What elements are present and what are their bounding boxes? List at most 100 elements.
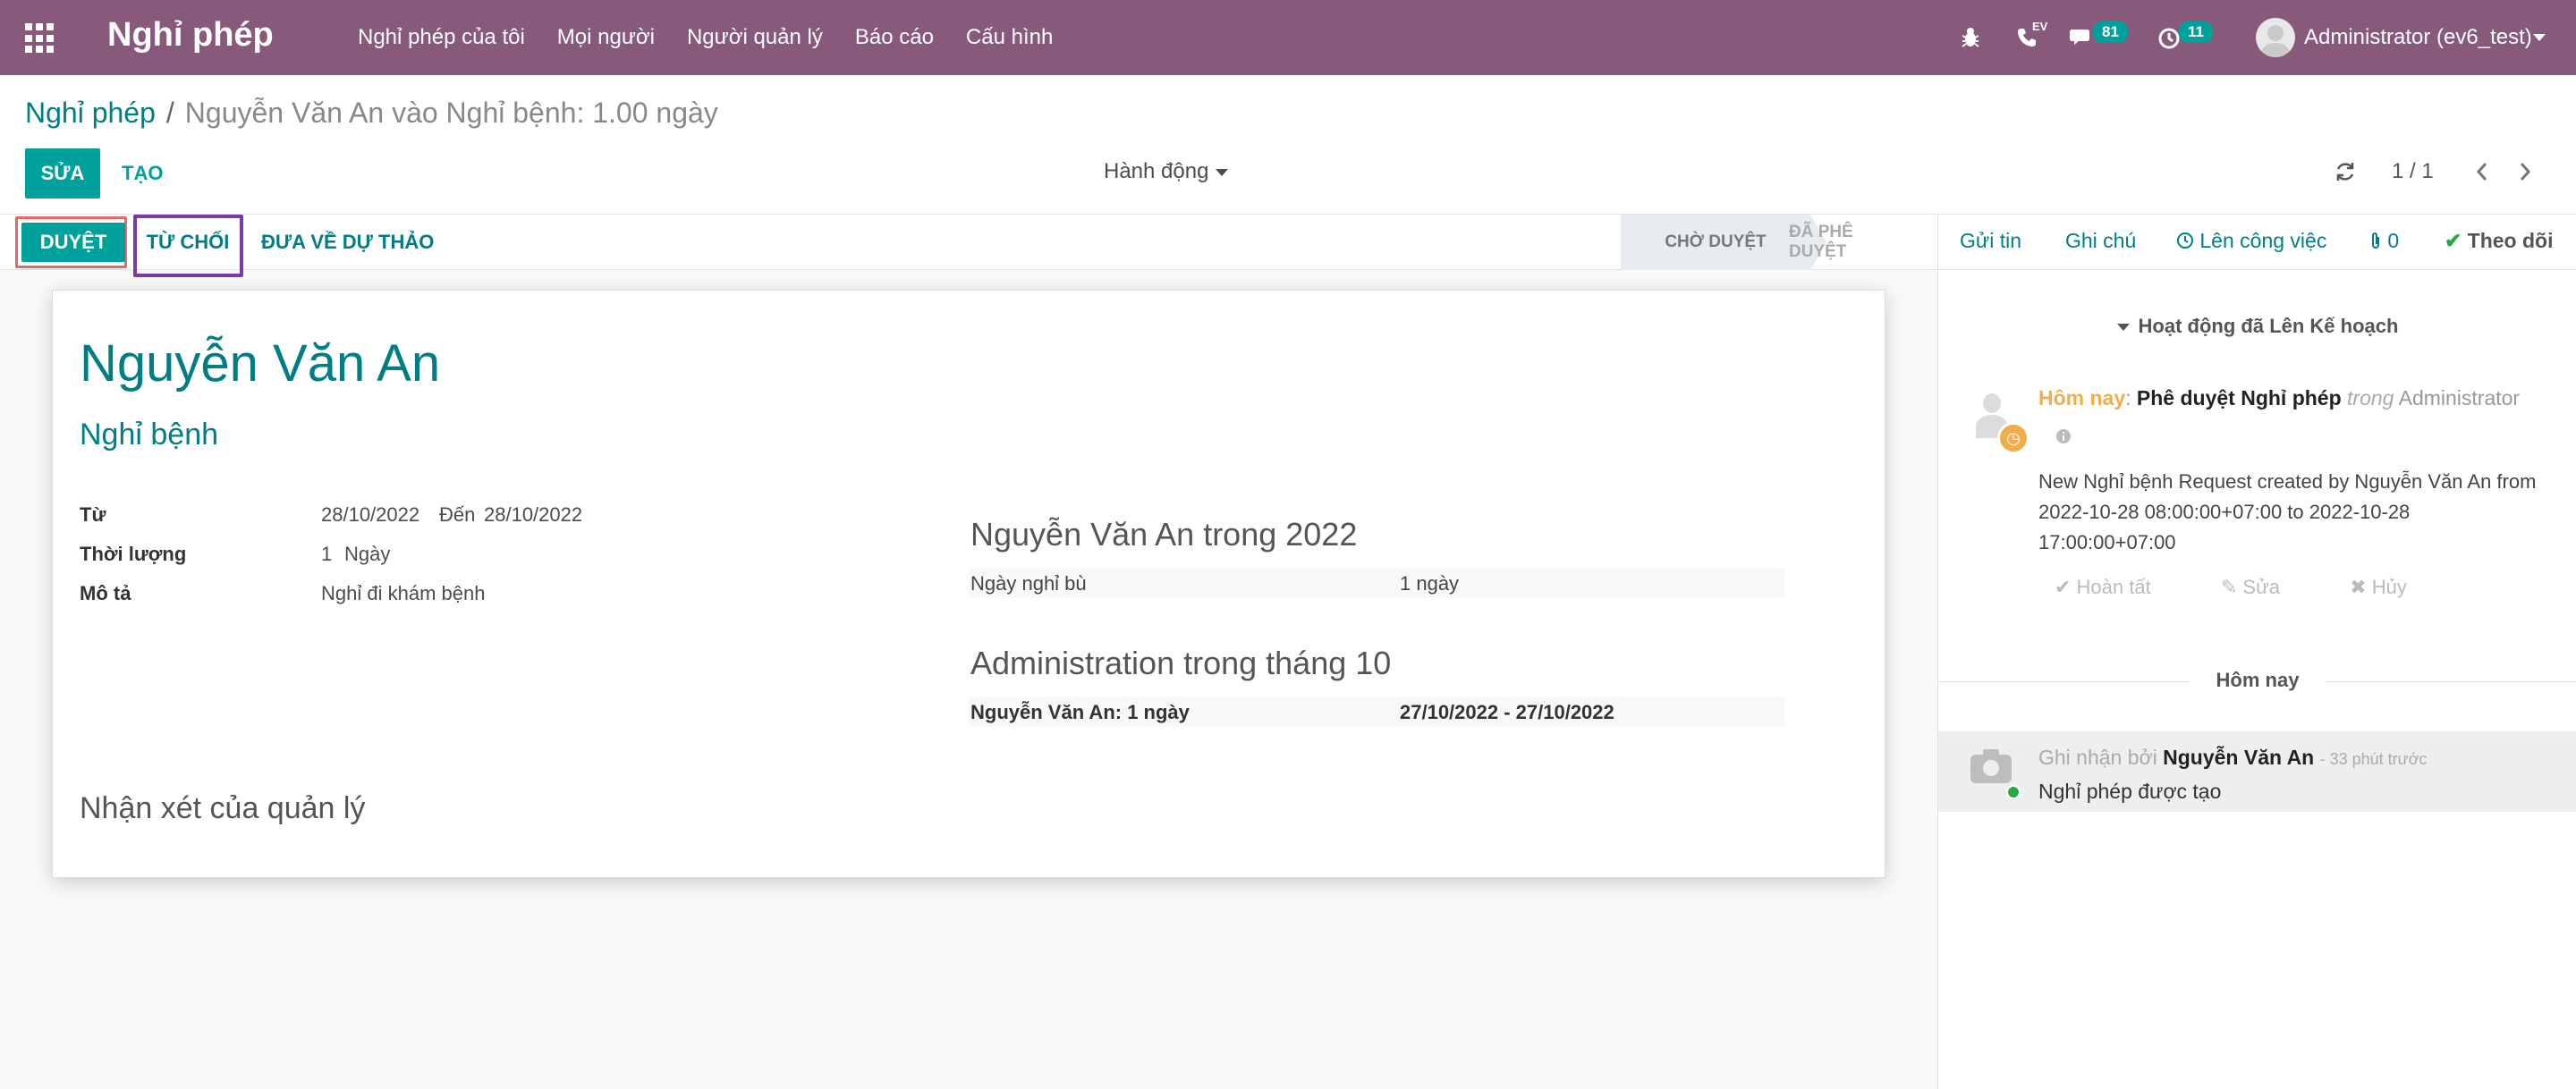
activities-toggle[interactable]: Hoạt động đã Lên Kế hoạch bbox=[1938, 315, 2576, 338]
date-from-value: 28/10/2022 bbox=[321, 503, 420, 526]
date-separator-label: Hôm nay bbox=[2189, 669, 2326, 691]
pager-value[interactable]: 1 / 1 bbox=[2392, 159, 2434, 184]
chatter-panel: Gửi tin Ghi chú Lên công việc 0 ✔ Theo d… bbox=[1937, 215, 2576, 1089]
message-time: - 33 phút trước bbox=[2319, 750, 2428, 768]
caret-down-icon bbox=[2116, 324, 2130, 332]
breadcrumb: Nghỉ phép / Nguyễn Văn An vào Nghỉ bệnh: 1… bbox=[25, 97, 718, 130]
leave-type[interactable]: Nghỉ bệnh bbox=[80, 418, 218, 452]
menu-item-configuration[interactable]: Cấu hình bbox=[966, 25, 1053, 50]
year-summary-title: Nguyễn Văn An trong 2022 bbox=[970, 516, 1358, 553]
menu-item-everyone[interactable]: Mọi người bbox=[557, 25, 655, 50]
schedule-activity-label: Lên công việc bbox=[2199, 229, 2327, 252]
month-summary-row: Nguyễn Văn An: 1 ngày 27/10/2022 - 27/10… bbox=[969, 696, 1784, 727]
follow-button[interactable]: ✔ Theo dõi bbox=[2445, 229, 2554, 253]
refuse-button[interactable]: TỪ CHỐI bbox=[134, 223, 242, 262]
description-value: Nghỉ đi khám bệnh bbox=[321, 582, 486, 604]
activity-line: Hôm nay: Phê duyệt Nghỉ phép trong Admin… bbox=[2038, 386, 2520, 410]
message-author[interactable]: Nguyễn Văn An bbox=[2163, 746, 2314, 769]
activity-note: New Nghỉ bệnh Request created by Nguyễn … bbox=[2038, 470, 2537, 553]
paperclip-icon bbox=[2372, 232, 2379, 249]
year-summary-row-value: 1 ngày bbox=[1400, 572, 1460, 595]
breadcrumb-current: Nguyễn Văn An vào Nghỉ bệnh: 1.00 ngày bbox=[184, 97, 718, 129]
activity-when: Hôm nay bbox=[2038, 386, 2126, 409]
schedule-activity-button[interactable]: Lên công việc bbox=[2176, 229, 2326, 253]
pager-next-icon[interactable] bbox=[2517, 161, 2533, 182]
user-menu-caret-icon[interactable] bbox=[2533, 34, 2546, 41]
activities-clock-icon[interactable] bbox=[2157, 27, 2181, 50]
form-statusbar: DUYỆT TỪ CHỐI ĐƯA VỀ DỰ THẢO CHỜ DUYỆT Đ… bbox=[0, 215, 1937, 277]
user-avatar[interactable] bbox=[2256, 18, 2295, 57]
app-brand[interactable]: Nghỉ phép bbox=[107, 16, 274, 55]
activities-count-badge: 11 bbox=[2179, 21, 2213, 43]
mark-done-button[interactable]: ✔ Hoàn tất bbox=[2055, 576, 2183, 598]
control-panel: Nghỉ phép / Nguyễn Văn An vào Nghỉ bệnh: 1… bbox=[0, 75, 2576, 215]
activity-in-word: trong bbox=[2347, 386, 2394, 409]
edit-activity-button[interactable]: ✎ Sửa bbox=[2221, 576, 2312, 598]
activity-colon: : bbox=[2125, 386, 2131, 409]
main-menu: Nghỉ phép của tôi Mọi người Người quản l… bbox=[358, 25, 1085, 50]
clock-icon bbox=[2177, 232, 2193, 249]
action-caret-icon bbox=[1216, 168, 1229, 176]
log-note-button[interactable]: Ghi chú bbox=[2065, 229, 2136, 253]
employee-name[interactable]: Nguyễn Văn An bbox=[80, 333, 440, 393]
message-item: Ghi nhận bởi Nguyễn Văn An - 33 phút trư… bbox=[1938, 731, 2576, 812]
year-summary-row: Ngày nghỉ bù 1 ngày bbox=[969, 568, 1784, 598]
reset-to-draft-button[interactable]: ĐƯA VỀ DỰ THẢO bbox=[261, 223, 434, 262]
to-label: Đến bbox=[439, 503, 476, 526]
create-button[interactable]: TẠO bbox=[122, 148, 163, 198]
message-prefix: Ghi nhận bởi bbox=[2038, 746, 2157, 769]
activity-clock-icon: ◷ bbox=[1997, 422, 2029, 454]
messages-icon[interactable] bbox=[2070, 27, 2093, 48]
info-icon[interactable] bbox=[2055, 427, 2072, 445]
message-header: Ghi nhận bởi Nguyễn Văn An - 33 phút trư… bbox=[2038, 746, 2428, 770]
cancel-activity-button[interactable]: ✖ Hủy bbox=[2350, 576, 2439, 598]
month-summary-row-label: Nguyễn Văn An: 1 ngày bbox=[970, 701, 1190, 723]
from-label: Từ bbox=[80, 503, 106, 526]
chatter-topbar: Gửi tin Ghi chú Lên công việc 0 ✔ Theo d… bbox=[1938, 215, 2576, 270]
description-label: Mô tả bbox=[80, 582, 131, 604]
activity-actions: ✔ Hoàn tất ✎ Sửa ✖ Hủy bbox=[2055, 576, 2471, 599]
action-dropdown[interactable]: Hành động bbox=[1104, 159, 1229, 184]
edit-button[interactable]: SỬA bbox=[25, 148, 100, 198]
stage-to-approve[interactable]: CHỜ DUYỆT bbox=[1621, 215, 1810, 270]
online-status-dot bbox=[2006, 785, 2021, 799]
refresh-icon[interactable] bbox=[2334, 161, 2356, 182]
attachments-button[interactable]: 0 bbox=[2369, 229, 2399, 253]
attachments-count: 0 bbox=[2387, 229, 2400, 252]
stage-approved[interactable]: ĐÃ PHÊ DUYỆT bbox=[1789, 215, 1937, 270]
apps-menu-icon[interactable] bbox=[25, 23, 55, 54]
menu-item-reporting[interactable]: Báo cáo bbox=[855, 25, 934, 50]
menu-item-my-leaves[interactable]: Nghỉ phép của tôi bbox=[358, 25, 525, 50]
activity-assignee: Administrator bbox=[2398, 386, 2521, 409]
menu-item-manager[interactable]: Người quản lý bbox=[687, 25, 823, 50]
approve-button[interactable]: DUYỆT bbox=[21, 223, 125, 262]
form-sheet: Nguyễn Văn An Nghỉ bệnh Từ 28/10/2022 Đế… bbox=[52, 290, 1885, 878]
bug-icon[interactable] bbox=[1961, 27, 1980, 48]
breadcrumb-parent-link[interactable]: Nghỉ phép bbox=[25, 97, 156, 129]
camera-icon bbox=[1970, 747, 2013, 783]
send-message-button[interactable]: Gửi tin bbox=[1960, 229, 2021, 253]
action-dropdown-label: Hành động bbox=[1104, 159, 1209, 183]
mark-done-label: Hoàn tất bbox=[2076, 576, 2151, 598]
date-to-value: 28/10/2022 bbox=[484, 503, 583, 526]
check-icon: ✔ bbox=[2445, 229, 2462, 252]
cancel-activity-label: Hủy bbox=[2371, 576, 2407, 598]
date-separator: Hôm nay bbox=[1938, 669, 2576, 692]
user-menu[interactable]: Administrator (ev6_test) bbox=[2304, 25, 2532, 50]
pager-previous-icon[interactable] bbox=[2474, 161, 2490, 182]
message-body: Nghỉ phép được tạo bbox=[2038, 780, 2222, 803]
activities-header-label: Hoạt động đã Lên Kế hoạch bbox=[2138, 315, 2399, 337]
year-summary-row-label: Ngày nghỉ bù bbox=[970, 572, 1087, 595]
follow-label: Theo dõi bbox=[2467, 229, 2554, 252]
ev-label: EV bbox=[2032, 20, 2048, 33]
edit-activity-label: Sửa bbox=[2242, 576, 2281, 598]
month-summary-row-value: 27/10/2022 - 27/10/2022 bbox=[1400, 701, 1614, 723]
top-navbar: Nghỉ phép Nghỉ phép của tôi Mọi người Ng… bbox=[0, 0, 2576, 75]
duration-label: Thời lượng bbox=[80, 543, 187, 565]
month-summary-title: Administration trong tháng 10 bbox=[970, 645, 1392, 681]
messages-count-badge: 81 bbox=[2093, 21, 2128, 43]
manager-note-label: Nhận xét của quản lý bbox=[80, 791, 366, 825]
duration-unit: Ngày bbox=[344, 543, 391, 565]
activity-summary: Phê duyệt Nghỉ phép bbox=[2136, 386, 2342, 409]
breadcrumb-separator: / bbox=[165, 97, 174, 129]
